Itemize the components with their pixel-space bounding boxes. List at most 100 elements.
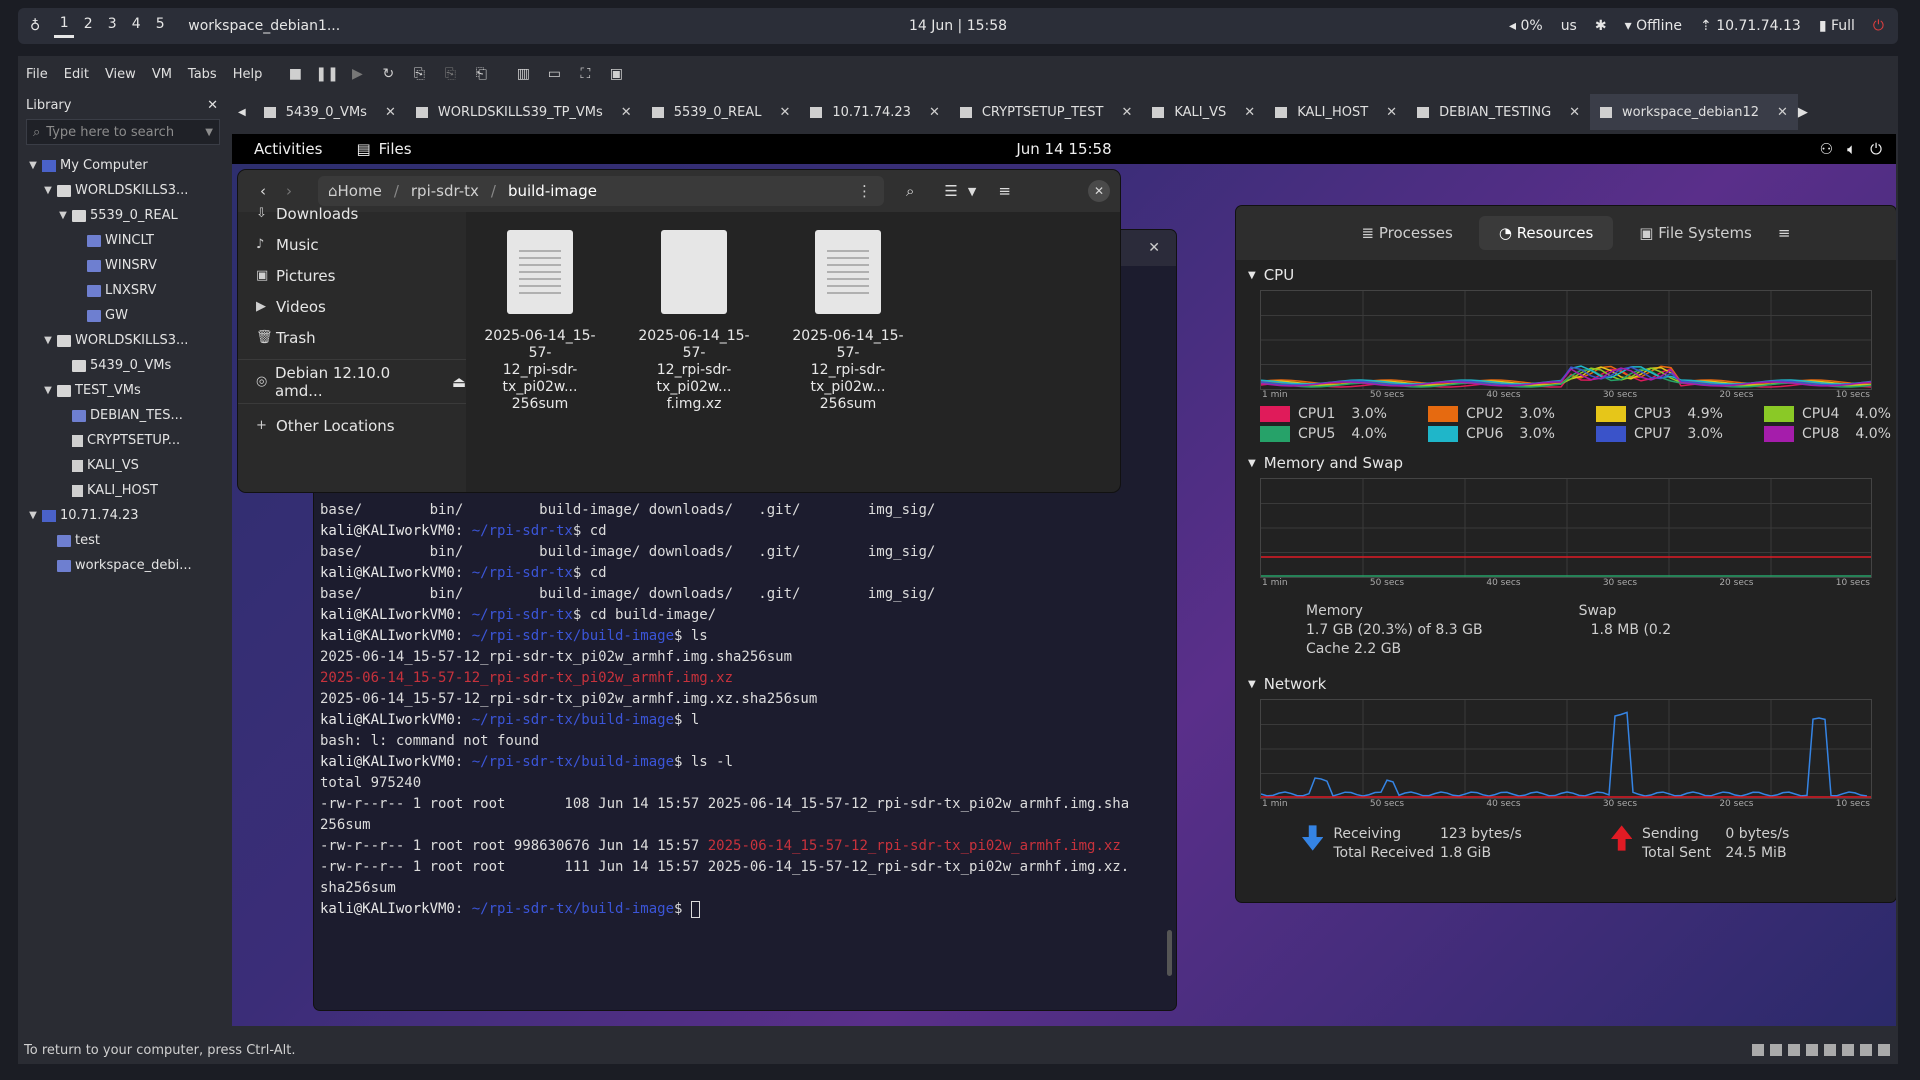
snapshot-manager-icon[interactable]: ⎗ [470,63,492,85]
close-icon[interactable]: ✕ [1148,240,1160,256]
restart-icon[interactable]: ↻ [377,63,399,85]
terminal-scrollbar[interactable] [1167,930,1172,976]
tree-item[interactable]: ▼ 10.71.74.23 [18,503,224,528]
tab-scroll-right-icon[interactable]: ▶ [1798,105,1808,120]
expander-icon[interactable]: ▼ [26,510,40,521]
menu-tabs[interactable]: Tabs [180,67,225,82]
stop-icon[interactable]: ■ [284,63,306,85]
tree-item[interactable]: ▼ My Computer [18,153,224,178]
sidebar-item[interactable]: 🗑︎ Trash [238,322,466,353]
close-icon[interactable]: ✕ [929,105,940,120]
cpu-section-header[interactable]: ▼ CPU [1236,260,1896,290]
vm-tab[interactable]: KALI_HOST ✕ [1265,94,1407,130]
vm-tab[interactable]: 10.71.74.23 ✕ [800,94,949,130]
network-indicator[interactable]: ▾ Offline [1625,18,1682,34]
tab-scroll-left-icon[interactable]: ◀ [230,107,254,118]
tree-item[interactable]: test [18,528,224,553]
eject-icon[interactable]: ⏏ [452,373,466,391]
cpu-color-swatch[interactable] [1428,426,1458,442]
file-item[interactable]: 2025-06-14_15-57- 12_rpi-sdr-tx_pi02w... … [628,230,760,413]
menu-help[interactable]: Help [225,67,271,82]
speaker-icon[interactable]: 🔈︎ [1847,140,1856,158]
tab-file-systems[interactable]: ▣ File Systems [1619,216,1772,250]
bluetooth-icon[interactable]: ✱ [1595,18,1607,34]
library-toggle-icon[interactable]: ▥ [512,63,534,85]
hamburger-menu-icon[interactable]: ≡ [1778,224,1791,242]
keyboard-layout[interactable]: us [1561,18,1577,34]
chevron-down-icon[interactable]: ▼ [968,185,976,198]
guest-clock[interactable]: Jun 14 15:58 [232,140,1896,158]
close-icon[interactable]: ✕ [1569,105,1580,120]
breadcrumb-item[interactable]: build-image [508,182,597,200]
sidebar-item[interactable]: ▶ Videos [238,291,466,322]
sidebar-item[interactable]: ▣ Pictures [238,260,466,291]
vm-tab[interactable]: DEBIAN_TESTING ✕ [1407,94,1590,130]
sidebar-item[interactable]: ♪ Music [238,229,466,260]
volume-indicator[interactable]: ◂ 0% [1509,18,1543,34]
cpu-color-swatch[interactable] [1260,426,1290,442]
close-icon[interactable]: ✕ [207,98,218,113]
tab-resources[interactable]: ◔ Resources [1478,216,1614,250]
usb-icon[interactable] [1824,1044,1836,1056]
close-icon[interactable]: ✕ [385,105,396,120]
tree-item[interactable]: LNXSRV [18,278,224,303]
vm-tab[interactable]: 5439_0_VMs ✕ [254,94,406,130]
menu-file[interactable]: File [18,67,56,82]
file-item[interactable]: 2025-06-14_15-57- 12_rpi-sdr-tx_pi02w... … [474,230,606,413]
activities-button[interactable]: Activities [254,140,322,158]
snapshot-icon[interactable]: ⎘ [408,63,430,85]
close-icon[interactable]: ✕ [779,105,790,120]
workspace-2[interactable]: 2 [78,16,98,36]
memory-section-header[interactable]: ▼ Memory and Swap [1236,448,1896,478]
close-icon[interactable]: ✕ [1088,180,1110,202]
menu-vm[interactable]: VM [144,67,180,82]
tree-item[interactable]: KALI_VS [18,453,224,478]
cpu-color-swatch[interactable] [1428,406,1458,422]
list-view-icon[interactable]: ☰ [944,182,957,200]
cpu-color-swatch[interactable] [1764,426,1794,442]
tree-item[interactable]: ▼ 5539_0_REAL [18,203,224,228]
tree-item[interactable]: workspace_debi... [18,553,224,578]
app-menu[interactable]: ▤ Files [356,140,411,158]
workspace-3[interactable]: 3 [102,16,122,36]
tree-item[interactable]: ▼ WORLDSKILLS3... [18,328,224,353]
vm-tab[interactable]: workspace_debian12 ✕ [1590,94,1798,130]
chevron-down-icon[interactable]: ▼ [205,127,213,138]
message-icon[interactable] [1878,1044,1890,1056]
cpu-color-swatch[interactable] [1764,406,1794,422]
tree-item[interactable]: CRYPTSETUP... [18,428,224,453]
console-view-icon[interactable]: ▣ [605,63,627,85]
terminal-output[interactable]: base/ bin/ build-image/ downloads/ .git/… [320,500,1170,920]
sound-icon[interactable] [1842,1044,1854,1056]
display-icon[interactable] [1788,1044,1800,1056]
hamburger-menu-icon[interactable]: ≡ [998,182,1011,200]
vm-tab[interactable]: 5539_0_REAL ✕ [642,94,801,130]
close-icon[interactable]: ✕ [1121,105,1132,120]
search-icon[interactable]: ⌕ [906,182,914,200]
sidebar-other-locations[interactable]: + Other Locations [238,410,466,441]
close-icon[interactable]: ✕ [1777,105,1788,120]
guest-screen[interactable]: Activities ▤Files Jun 14 15:58 ⚇ 🔈︎ ⏻ ≡ … [232,134,1896,1026]
network-icon[interactable]: ⚇ [1820,140,1833,158]
file-item[interactable]: 2025-06-14_15-57- 12_rpi-sdr-tx_pi02w... … [782,230,914,413]
expander-icon[interactable]: ▼ [41,185,55,196]
pause-icon[interactable]: ❚❚ [315,63,338,85]
cpu-color-swatch[interactable] [1260,406,1290,422]
workspace-5[interactable]: 5 [150,16,170,36]
tree-item[interactable]: WINSRV [18,253,224,278]
tree-item[interactable]: ▼ WORLDSKILLS3... [18,178,224,203]
cdrom-icon[interactable] [1770,1044,1782,1056]
thumbnail-icon[interactable]: ▭ [543,63,565,85]
network-section-header[interactable]: ▼ Network [1236,669,1896,699]
sidebar-item[interactable]: ⇩ Downloads [238,198,466,229]
more-options-icon[interactable]: ⋮ [857,182,872,200]
menu-edit[interactable]: Edit [56,67,97,82]
vm-tab[interactable]: WORLDSKILLS39_TP_VMs ✕ [406,94,642,130]
fullscreen-icon[interactable]: ⛶ [574,63,596,85]
vm-tab[interactable]: CRYPTSETUP_TEST ✕ [950,94,1143,130]
vm-tab[interactable]: KALI_VS ✕ [1142,94,1265,130]
network-adapter-icon[interactable] [1806,1044,1818,1056]
play-icon[interactable]: ▶ [346,63,368,85]
close-icon[interactable]: ✕ [621,105,632,120]
tree-item[interactable]: GW [18,303,224,328]
